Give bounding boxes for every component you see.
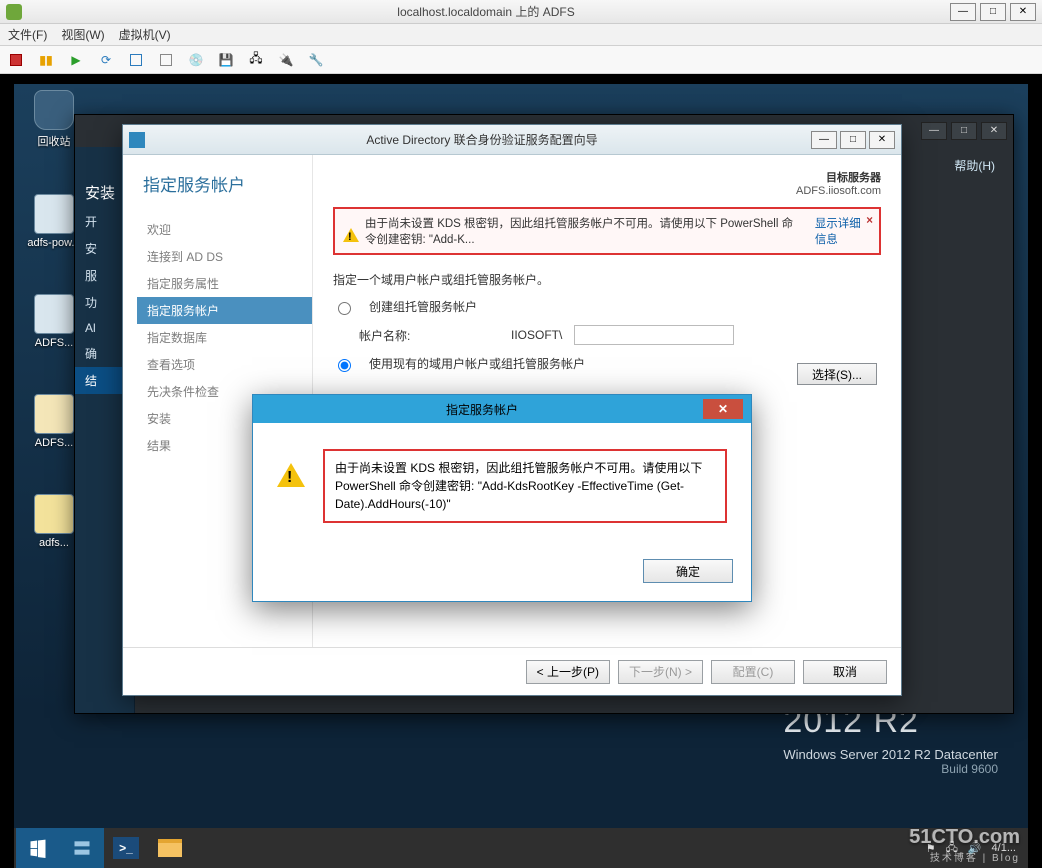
- bgwin-minimize[interactable]: —: [921, 122, 947, 140]
- bgwin-maximize[interactable]: □: [951, 122, 977, 140]
- settings-icon[interactable]: 🔧: [308, 52, 324, 68]
- wizard-maximize[interactable]: □: [840, 131, 866, 149]
- vm-window-title: localhost.localdomain 上的 ADFS: [22, 3, 950, 20]
- menu-view[interactable]: 视图(W): [61, 26, 104, 43]
- target-server-block: 目标服务器 ADFS.iiosoft.com: [796, 169, 881, 197]
- vm-toolbar: ▮▮ ▶ ⟳ 💿 💾 🖧 🔌 🔧: [0, 46, 1042, 74]
- stop-icon[interactable]: [8, 52, 24, 68]
- account-name-label: 帐户名称:: [359, 327, 499, 344]
- wizard-close[interactable]: ✕: [869, 131, 895, 149]
- wizard-icon: [129, 132, 145, 148]
- radio-existing-account[interactable]: [338, 359, 351, 372]
- taskbar-server-manager[interactable]: [60, 828, 104, 868]
- cd-icon[interactable]: 💿: [188, 52, 204, 68]
- warning-icon: [277, 449, 309, 481]
- account-name-input[interactable]: [574, 325, 734, 345]
- vsphere-icon: [6, 4, 22, 20]
- server-icon: [72, 838, 92, 858]
- wizard-next-button[interactable]: 下一步(N) >: [618, 660, 703, 684]
- powershell-icon: >_: [113, 837, 139, 859]
- wizard-cancel-button[interactable]: 取消: [803, 660, 887, 684]
- bgwin-close[interactable]: ✕: [981, 122, 1007, 140]
- wizard-step[interactable]: 指定数据库: [143, 324, 312, 351]
- wizard-configure-button[interactable]: 配置(C): [711, 660, 795, 684]
- start-button[interactable]: [16, 828, 60, 868]
- wizard-minimize[interactable]: —: [811, 131, 837, 149]
- wizard-step[interactable]: 指定服务属性: [143, 270, 312, 297]
- tray-sound-icon[interactable]: 🔊: [968, 842, 982, 855]
- snapshot-icon[interactable]: [128, 52, 144, 68]
- folder-icon: [158, 839, 182, 857]
- wizard-title: Active Directory 联合身份验证服务配置向导: [153, 131, 811, 148]
- message-box[interactable]: 指定服务帐户 ✕ 由于尚未设置 KDS 根密钥，因此组托管服务帐户不可用。请使用…: [252, 394, 752, 602]
- disk-icon[interactable]: [158, 52, 174, 68]
- select-account-button[interactable]: 选择(S)...: [797, 363, 877, 385]
- pause-icon[interactable]: ▮▮: [38, 52, 54, 68]
- remote-viewport: 回收站 adfs-pow... ADFS... ADFS... adfs... …: [0, 74, 1042, 868]
- taskbar-tray[interactable]: ⚑ 🖧 🔊 4/1...: [926, 839, 1026, 858]
- show-details-link[interactable]: 显示详细信息: [815, 215, 871, 247]
- message-box-title: 指定服务帐户: [261, 401, 703, 418]
- message-box-ok-button[interactable]: 确定: [643, 559, 733, 583]
- wizard-prev-button[interactable]: < 上一步(P): [526, 660, 610, 684]
- message-box-close[interactable]: ✕: [703, 399, 743, 419]
- maximize-button[interactable]: □: [980, 3, 1006, 21]
- brand-edition: Windows Server 2012 R2 Datacenter: [783, 747, 998, 762]
- taskbar-powershell[interactable]: >_: [104, 828, 148, 868]
- tray-clock[interactable]: 4/1...: [992, 842, 1016, 854]
- target-host: ADFS.iiosoft.com: [796, 185, 881, 197]
- message-box-titlebar[interactable]: 指定服务帐户 ✕: [253, 395, 751, 423]
- warning-icon: [343, 220, 359, 242]
- message-box-text: 由于尚未设置 KDS 根密钥，因此组托管服务帐户不可用。请使用以下 PowerS…: [323, 449, 727, 523]
- wizard-step-current[interactable]: 指定服务帐户: [137, 297, 312, 324]
- menu-vm[interactable]: 虚拟机(V): [119, 26, 171, 43]
- kds-warning-bar: 由于尚未设置 KDS 根密钥，因此组托管服务帐户不可用。请使用以下 PowerS…: [333, 207, 881, 255]
- usb-icon[interactable]: 🔌: [278, 52, 294, 68]
- target-label: 目标服务器: [826, 172, 881, 184]
- dismiss-warning-icon[interactable]: ×: [866, 215, 873, 227]
- network-icon[interactable]: 🖧: [248, 52, 264, 68]
- refresh-icon[interactable]: ⟳: [98, 52, 114, 68]
- radio-create-gmsa[interactable]: [338, 302, 351, 315]
- wizard-footer: < 上一步(P) 下一步(N) > 配置(C) 取消: [123, 647, 901, 695]
- windows-icon: [28, 838, 48, 858]
- tray-network-icon[interactable]: 🖧: [946, 839, 958, 858]
- wizard-step[interactable]: 欢迎: [143, 216, 312, 243]
- close-button[interactable]: ✕: [1010, 3, 1036, 21]
- play-icon[interactable]: ▶: [68, 52, 84, 68]
- menu-file[interactable]: 文件(F): [8, 26, 47, 43]
- remote-desktop[interactable]: 回收站 adfs-pow... ADFS... ADFS... adfs... …: [14, 84, 1028, 868]
- vm-titlebar: localhost.localdomain 上的 ADFS — □ ✕: [0, 0, 1042, 24]
- warning-text: 由于尚未设置 KDS 根密钥，因此组托管服务帐户不可用。请使用以下 PowerS…: [365, 215, 803, 247]
- radio-create-label: 创建组托管服务帐户: [369, 298, 477, 315]
- bgwin-help-link[interactable]: 帮助(H): [954, 157, 995, 174]
- minimize-button[interactable]: —: [950, 3, 976, 21]
- wizard-titlebar[interactable]: Active Directory 联合身份验证服务配置向导 — □ ✕: [123, 125, 901, 155]
- account-prefix: IIOSOFT\: [511, 328, 562, 342]
- radio-existing-label: 使用现有的域用户帐户或组托管服务帐户: [369, 355, 585, 372]
- taskbar[interactable]: >_ ⚑ 🖧 🔊 4/1...: [14, 828, 1028, 868]
- tray-flag-icon[interactable]: ⚑: [926, 842, 936, 855]
- floppy-icon[interactable]: 💾: [218, 52, 234, 68]
- description-text: 指定一个域用户帐户或组托管服务帐户。: [333, 271, 881, 288]
- wizard-step[interactable]: 查看选项: [143, 351, 312, 378]
- wizard-step[interactable]: 连接到 AD DS: [143, 243, 312, 270]
- vm-menubar: 文件(F) 视图(W) 虚拟机(V): [0, 24, 1042, 46]
- wizard-heading: 指定服务帐户: [143, 171, 312, 196]
- brand-build: Build 9600: [783, 762, 998, 776]
- taskbar-explorer[interactable]: [148, 828, 192, 868]
